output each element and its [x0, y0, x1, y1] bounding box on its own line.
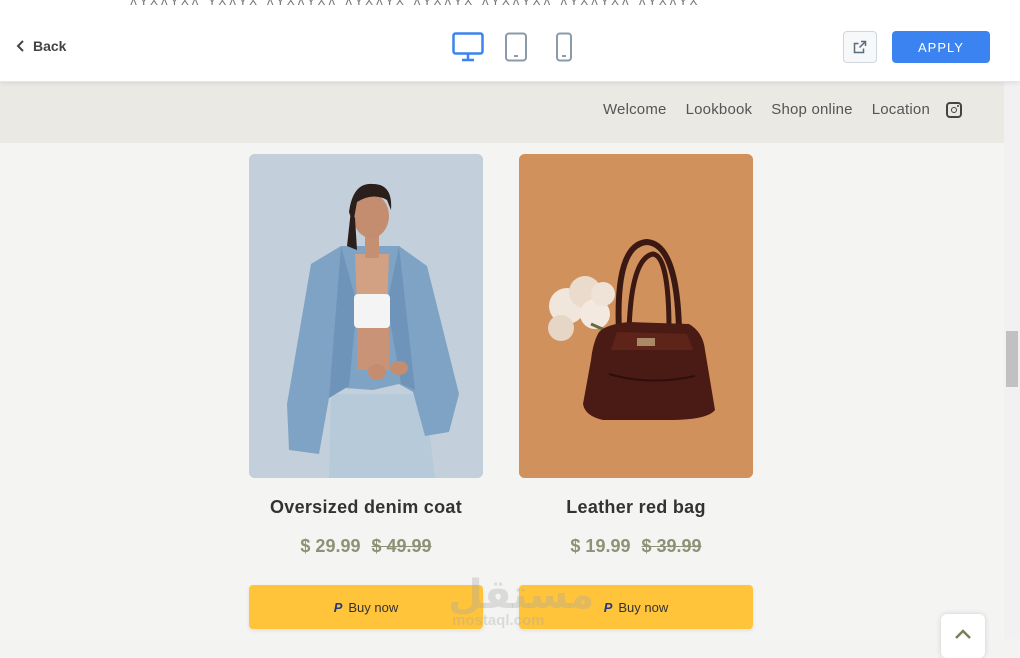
product-old-price: $ 39.99 — [641, 536, 702, 556]
tablet-view-button[interactable] — [492, 30, 540, 64]
product-prices: $ 29.99 $ 49.99 — [249, 536, 483, 557]
denim-coat-photo — [249, 154, 483, 478]
buy-now-button[interactable]: P Buy now — [519, 585, 753, 629]
product-name: Leather red bag — [566, 497, 706, 517]
product-image-leather-bag[interactable] — [519, 154, 753, 478]
paypal-icon: P — [333, 599, 343, 615]
tablet-icon — [505, 32, 527, 62]
device-switcher — [444, 30, 588, 64]
back-label: Back — [33, 38, 67, 54]
desktop-icon — [452, 32, 484, 62]
buy-now-label: Buy now — [348, 599, 399, 615]
product-prices: $ 19.99 $ 39.99 — [519, 536, 753, 557]
mobile-view-button[interactable] — [540, 30, 588, 64]
top-strip: ʎʏ⅄ʎʏ⅄ʎ ʏ⅄ʎʏ⅄ ʎʏ⅄ʎʏ⅄ʎ ʎʏ⅄ʎʏ⅄ ʎʏ⅄ʎʏ⅄ ʎʏ⅄ʎ… — [0, 0, 1020, 14]
product-old-price: $ 49.99 — [371, 536, 432, 556]
nav-location[interactable]: Location — [872, 101, 930, 118]
leather-bag-photo — [519, 154, 753, 478]
scrollbar-thumb[interactable] — [1006, 331, 1018, 387]
chevron-up-icon — [955, 629, 971, 639]
product-price: $ 19.99 — [570, 536, 631, 556]
product-price: $ 29.99 — [300, 536, 361, 556]
site-header: Welcome Lookbook Shop online Location — [0, 81, 1004, 143]
product-image-denim-coat[interactable] — [249, 154, 483, 478]
paypal-icon: P — [603, 599, 613, 615]
desktop-view-button[interactable] — [444, 30, 492, 64]
decorative-pattern: ʎʏ⅄ʎʏ⅄ʎ ʏ⅄ʎʏ⅄ ʎʏ⅄ʎʏ⅄ʎ ʎʏ⅄ʎʏ⅄ ʎʏ⅄ʎʏ⅄ ʎʏ⅄ʎ… — [130, 0, 701, 8]
nav-lookbook[interactable]: Lookbook — [686, 101, 753, 118]
buy-now-label: Buy now — [618, 599, 669, 615]
product-card: Oversized denim coat $ 29.99 $ 49.99 — [249, 154, 483, 557]
site-preview: Welcome Lookbook Shop online Location Ov… — [0, 81, 1004, 639]
site-nav: Welcome Lookbook Shop online Location — [603, 101, 962, 118]
scroll-to-top-button[interactable] — [941, 614, 985, 658]
nav-shop-online[interactable]: Shop online — [771, 101, 852, 118]
open-preview-button[interactable] — [843, 31, 877, 63]
nav-welcome[interactable]: Welcome — [603, 101, 667, 118]
chevron-left-icon — [16, 40, 24, 52]
instagram-icon[interactable] — [946, 101, 962, 118]
apply-button[interactable]: APPLY — [892, 31, 990, 63]
external-link-icon — [853, 40, 867, 54]
mobile-icon — [556, 32, 572, 62]
product-card: Leather red bag $ 19.99 $ 39.99 — [519, 154, 753, 557]
back-button[interactable]: Back — [16, 38, 66, 54]
editor-toolbar: Back APPLY — [0, 14, 1020, 82]
product-name: Oversized denim coat — [269, 497, 463, 517]
buy-now-button[interactable]: P Buy now — [249, 585, 483, 629]
